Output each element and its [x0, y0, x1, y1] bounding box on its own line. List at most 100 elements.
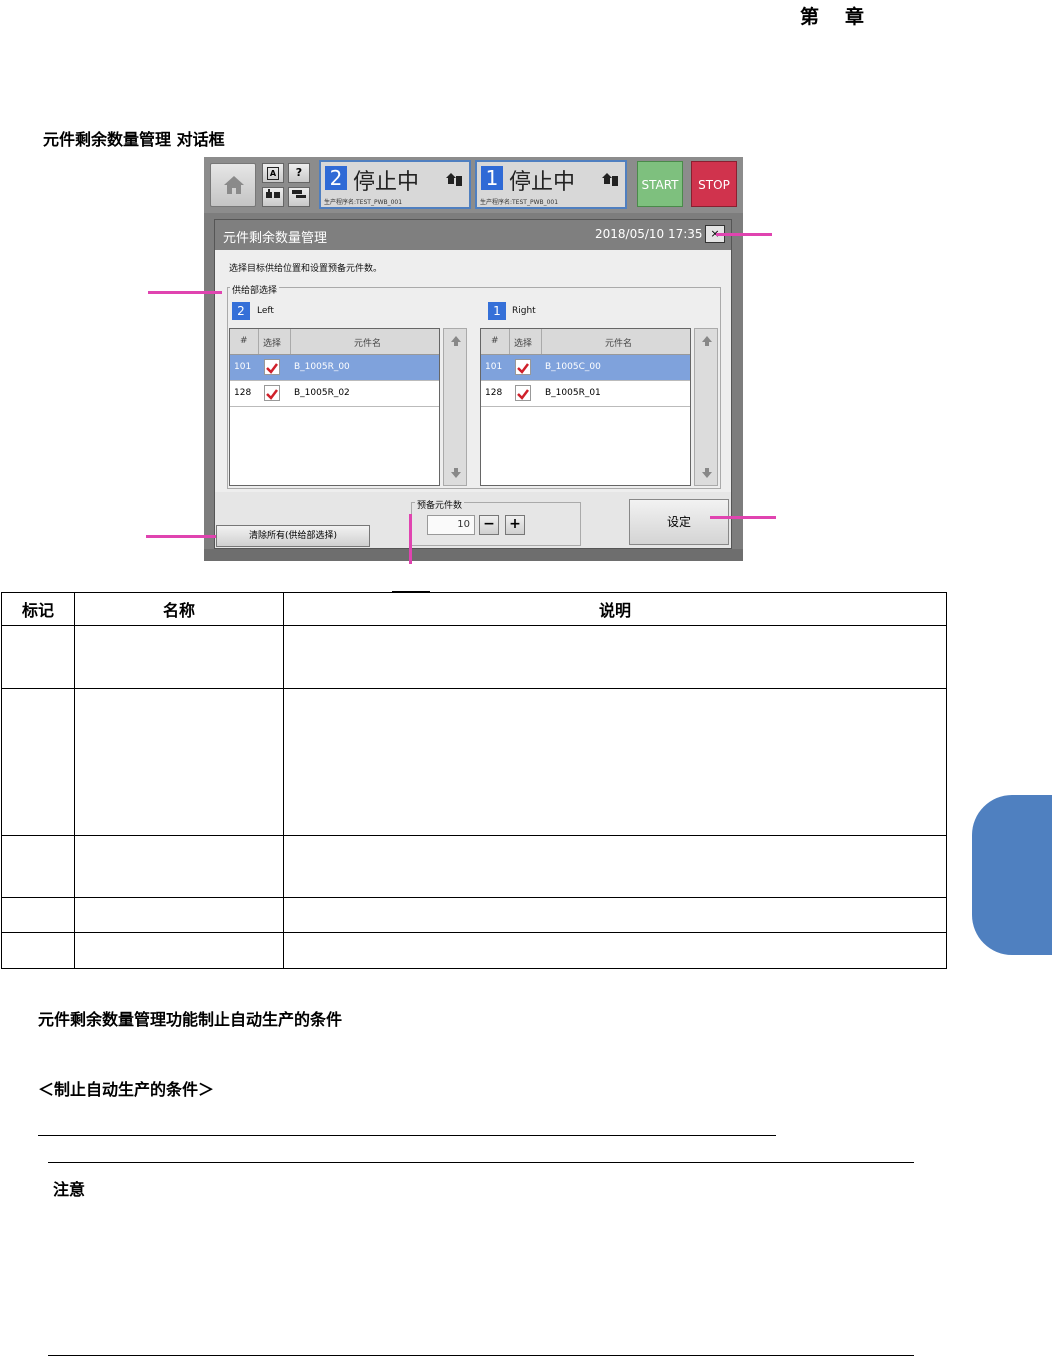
table-row	[1, 625, 947, 689]
divider	[38, 1135, 776, 1136]
decrement-button[interactable]: −	[479, 515, 499, 535]
col-select-header: 选择	[514, 339, 533, 349]
table-row[interactable]: 101 B_1005R_00	[230, 355, 439, 381]
table-row	[1, 688, 947, 836]
arrow-down-icon[interactable]	[701, 467, 713, 479]
spare-count-input[interactable]: 10	[427, 515, 475, 535]
dialog-datetime: 2018/05/10 17:35	[595, 227, 703, 241]
col-number-header: #	[491, 336, 499, 346]
check-icon	[517, 389, 529, 400]
left-side-badge: 2	[232, 302, 250, 320]
auto-mode-button[interactable]: A	[262, 163, 284, 183]
start-button[interactable]: START	[637, 161, 683, 207]
right-side-label: Right	[512, 306, 536, 316]
transfer-icon	[292, 190, 306, 198]
transfer-button[interactable]	[288, 187, 310, 207]
top-status-bar: A ? 2 停止中 生产程序名:TEST_PWB_001 1 停止中 生产程序名…	[204, 157, 743, 213]
operator-button[interactable]	[262, 187, 284, 207]
part-name: B_1005R_01	[545, 388, 601, 398]
pcb-holder-icon	[446, 173, 462, 186]
arrow-down-icon[interactable]	[450, 467, 462, 479]
arrow-up-icon[interactable]	[701, 335, 713, 347]
status-panel-front[interactable]: 1 停止中 生产程序名:TEST_PWB_001	[475, 160, 627, 209]
table-header-row: 标记 名称 说明	[1, 592, 947, 626]
dialog-instruction: 选择目标供给位置和设置预备元件数。	[229, 264, 383, 274]
set-button[interactable]: 设定	[629, 499, 729, 545]
table-row	[1, 897, 947, 933]
arrow-up-icon[interactable]	[450, 335, 462, 347]
table-row	[1, 835, 947, 898]
header-description: 说明	[283, 592, 947, 626]
select-checkbox[interactable]	[264, 359, 280, 375]
remaining-parts-dialog-screenshot: A ? 2 停止中 生产程序名:TEST_PWB_001 1 停止中 生产程序名…	[204, 157, 743, 561]
col-part-name-header: 元件名	[605, 339, 633, 349]
program-name: 生产程序名:TEST_PWB_001	[480, 199, 559, 206]
bottom-toolbar	[204, 549, 743, 561]
clear-all-button[interactable]: 清除所有(供给部选择)	[216, 525, 370, 547]
row-number: 101	[234, 362, 252, 372]
conditions-subheading: ＜制止自动生产的条件＞	[38, 1080, 215, 1099]
table-row	[1, 932, 947, 969]
machine-state: 停止中	[509, 170, 576, 195]
chapter-prefix: 第	[800, 6, 820, 28]
callout-line	[710, 516, 776, 519]
divider	[48, 1162, 914, 1163]
check-icon	[266, 363, 278, 374]
row-number: 128	[485, 388, 503, 398]
part-name: B_1005R_02	[294, 388, 350, 398]
callout-line	[716, 233, 772, 236]
machine-state: 停止中	[353, 170, 420, 195]
part-name: B_1005R_00	[294, 362, 350, 372]
table-row[interactable]: 128 B_1005R_01	[481, 381, 690, 407]
increment-button[interactable]: +	[505, 515, 525, 535]
callout-line	[146, 535, 216, 538]
stop-button[interactable]: STOP	[691, 161, 737, 207]
home-icon	[224, 176, 244, 194]
auto-mode-icon: A	[267, 167, 279, 180]
select-checkbox[interactable]	[515, 385, 531, 401]
chapter-suffix: 章	[845, 6, 865, 28]
left-side-label: Left	[257, 306, 274, 316]
conditions-heading: 元件剩余数量管理功能制止自动生产的条件	[38, 1010, 343, 1029]
table-row[interactable]: 101 B_1005C_00	[481, 355, 690, 381]
select-checkbox[interactable]	[515, 359, 531, 375]
check-icon	[266, 389, 278, 400]
left-scrollbar[interactable]	[443, 328, 467, 486]
dialog-title: 元件剩余数量管理	[223, 231, 328, 246]
col-select-header: 选择	[263, 339, 282, 349]
part-name: B_1005C_00	[545, 362, 601, 372]
select-checkbox[interactable]	[264, 385, 280, 401]
description-table: 标记 名称 说明	[1, 592, 947, 969]
program-name: 生产程序名:TEST_PWB_001	[324, 199, 403, 206]
dialog-header: 元件剩余数量管理 2018/05/10 17:35 ×	[215, 220, 731, 250]
table-header: # 选择 元件名	[230, 329, 439, 355]
col-part-name-header: 元件名	[354, 339, 382, 349]
right-scrollbar[interactable]	[694, 328, 718, 486]
lane-number-badge: 2	[325, 166, 347, 190]
callout-line	[409, 514, 412, 564]
header-name: 名称	[74, 592, 284, 626]
right-feeder-table: # 选择 元件名 101 B_1005C_00 128 B_1005R_01	[480, 328, 691, 486]
pcb-holder-icon	[602, 173, 618, 186]
table-header: # 选择 元件名	[481, 329, 690, 355]
section-title: 元件剩余数量管理 对话框	[43, 130, 225, 149]
home-button[interactable]	[210, 163, 256, 207]
table-row[interactable]: 128 B_1005R_02	[230, 381, 439, 407]
right-side-badge: 1	[488, 302, 506, 320]
operator-icon	[266, 189, 280, 198]
help-button[interactable]: ?	[288, 163, 310, 183]
remaining-parts-dialog: 元件剩余数量管理 2018/05/10 17:35 × 选择目标供给位置和设置预…	[214, 219, 732, 549]
spare-count-label: 预备元件数	[415, 498, 465, 511]
row-number: 101	[485, 362, 503, 372]
callout-line	[148, 291, 222, 294]
feeder-selection-label: 供给部选择	[230, 283, 280, 296]
header-mark: 标记	[1, 592, 75, 626]
chapter-tab	[972, 795, 1052, 955]
lane-number-badge: 1	[481, 166, 503, 190]
col-number-header: #	[240, 336, 248, 346]
status-panel-rear[interactable]: 2 停止中 生产程序名:TEST_PWB_001	[319, 160, 471, 209]
row-number: 128	[234, 388, 252, 398]
notice-label: 注意	[53, 1180, 86, 1199]
left-feeder-table: # 选择 元件名 101 B_1005R_00 128 B_1005R_02	[229, 328, 440, 486]
check-icon	[517, 363, 529, 374]
